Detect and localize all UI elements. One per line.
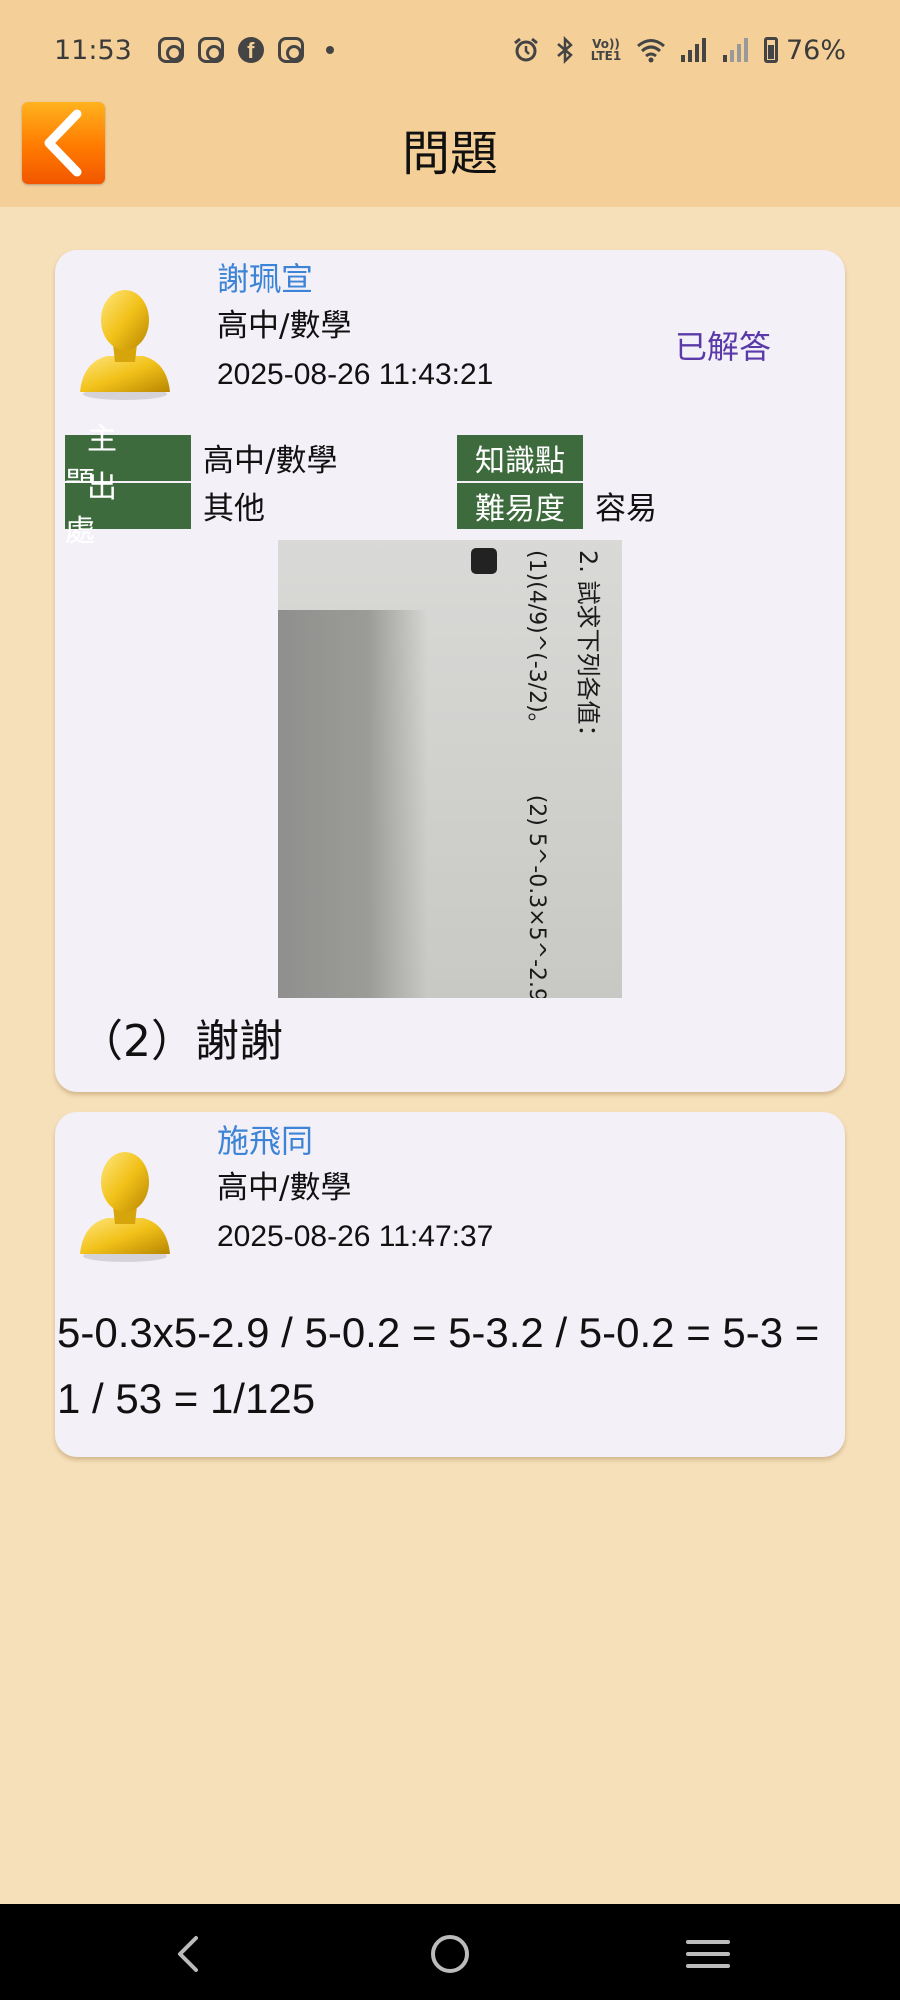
instagram-icon [277, 37, 304, 63]
knowledge-label: 知識點 [457, 434, 583, 481]
recents-nav-icon[interactable] [680, 1926, 736, 1982]
wifi-icon [637, 39, 665, 63]
avatar [80, 1152, 170, 1262]
question-author[interactable]: 謝珮宣 [217, 254, 313, 300]
notification-dot-icon [325, 46, 334, 54]
photo-items: (1)(4/9)^(-3/2)。 (2) 5^-0.3×5^-2.9 / 5^-… [523, 550, 555, 998]
question-photo[interactable]: 2. 試求下列各值： (1)(4/9)^(-3/2)。 (2) 5^-0.3×5… [278, 540, 622, 998]
battery-level: 76% [785, 34, 846, 66]
avatar [80, 290, 170, 400]
alarm-icon [514, 37, 538, 62]
question-datetime: 2025-08-26 11:43:21 [217, 358, 494, 391]
system-nav-bar [0, 1904, 900, 2000]
difficulty-value: 容易 [595, 491, 657, 527]
home-nav-icon[interactable] [422, 1926, 478, 1982]
source-label: 出 處 [65, 470, 191, 549]
app-header: 問題 [0, 100, 900, 207]
answer-datetime: 2025-08-26 11:47:37 [217, 1220, 494, 1253]
status-bar-right: Vo)) LTE1 76% [512, 35, 846, 66]
status-badge: 已解答 [675, 328, 772, 366]
signal-icon [680, 38, 706, 62]
volte-icon: Vo)) LTE1 [590, 37, 622, 63]
source-value: 其他 [203, 491, 265, 527]
facebook-icon: f [237, 37, 264, 63]
meta-row-source: 出 處 其他 難易度 容易 [65, 470, 657, 549]
photo-heading: 2. 試求下列各值： [574, 550, 602, 749]
photo-item-2: (2) 5^-0.3×5^-2.9 / 5^-0.2 。 [524, 794, 549, 998]
bluetooth-icon [557, 36, 573, 64]
status-time: 11:53 [54, 34, 132, 66]
status-bar-left: 11:53 f [54, 35, 334, 66]
answer-card[interactable]: 施飛同 高中/數學 2025-08-26 11:47:37 5-0.3x5-2.… [55, 1112, 845, 1457]
topic-value: 高中/數學 [203, 443, 338, 479]
photo-shadow [278, 610, 428, 998]
photo-text-block: 2. 試求下列各值： (1)(4/9)^(-3/2)。 (2) 5^-0.3×5… [523, 550, 608, 998]
answer-text: 5-0.3x5-2.9 / 5-0.2 = 5-3.2 / 5-0.2 = 5-… [57, 1309, 820, 1422]
answer-subject: 高中/數學 [217, 1170, 352, 1206]
photo-answer-tag [471, 548, 497, 574]
instagram-icon [197, 37, 224, 63]
question-card[interactable]: 謝珮宣 高中/數學 2025-08-26 11:43:21 已解答 主 題 高中… [55, 250, 845, 1092]
difficulty-label: 難易度 [457, 482, 583, 529]
photo-item-1: (1)(4/9)^(-3/2)。 [524, 550, 549, 735]
instagram-icon [157, 37, 184, 63]
back-nav-icon[interactable] [162, 1926, 218, 1982]
answer-author[interactable]: 施飛同 [217, 1116, 313, 1162]
battery-icon [763, 37, 778, 63]
question-text: （2）謝謝 [79, 1016, 283, 1067]
signal-icon [722, 38, 748, 62]
question-subject: 高中/數學 [217, 308, 352, 344]
page-title: 問題 [401, 126, 498, 182]
status-bar: 11:53 f Vo)) LTE1 76% [0, 0, 900, 100]
